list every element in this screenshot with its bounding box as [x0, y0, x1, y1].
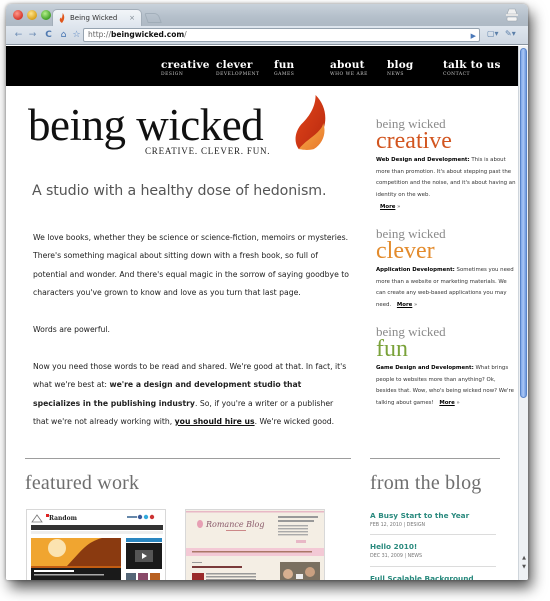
browser-toolbar: ← → C ⌂ ☆ http://beingwicked.com/ ▶ ▢▾ ✎…: [6, 26, 528, 45]
featured-thumb-romance-blog[interactable]: Romance Blog: [185, 509, 325, 580]
service-title: creative: [376, 128, 452, 154]
service-description: Web Design and Development: This is abou…: [376, 157, 516, 210]
featured-divider: [25, 458, 351, 459]
nav-item-fun[interactable]: fun games: [274, 60, 294, 78]
service-title: clever: [376, 238, 435, 264]
hire-us-link[interactable]: you should hire us: [175, 417, 255, 426]
scroll-down-arrow-icon[interactable]: ▼: [520, 563, 528, 571]
forward-button[interactable]: →: [26, 29, 39, 42]
scrollbar-thumb[interactable]: [520, 48, 527, 398]
browser-tab[interactable]: Being Wicked ×: [52, 9, 142, 26]
nav-item-about[interactable]: about who we are: [330, 60, 368, 78]
more-arrow-icon: »: [397, 203, 401, 210]
flame-logo-icon: [295, 95, 326, 150]
page-viewport: creative design clever development fun g…: [6, 46, 518, 580]
flame-favicon-icon: [59, 13, 65, 23]
more-link[interactable]: More: [380, 204, 395, 210]
thumb-label: Romance Blog: [205, 520, 264, 529]
nav-item-blog[interactable]: blog news: [387, 60, 413, 78]
intro-paragraph-3: Now you need those words to be read and …: [33, 361, 347, 427]
service-creative: being wicked creative Web Design and Dev…: [376, 117, 516, 214]
page-headline: A studio with a healthy dose of hedonism…: [32, 183, 327, 199]
service-description: Application Development: Sometimes you n…: [376, 267, 514, 309]
service-fun: being wicked fun Game Design and Develop…: [376, 325, 516, 410]
thumb-label: Random: [49, 515, 78, 522]
nav-item-creative[interactable]: creative design: [161, 60, 210, 78]
more-link[interactable]: More: [397, 302, 412, 308]
blog-post: A Busy Start to the Year Feb 12, 2010 | …: [370, 511, 500, 528]
site-logo[interactable]: being wicked CREATIVE. CLEVER. FUN.: [28, 95, 326, 156]
url-host: beingwicked.com: [110, 30, 185, 39]
incognito-icon: [506, 8, 518, 22]
zoom-window-button[interactable]: [41, 10, 51, 20]
service-description: Game Design and Development: What brings…: [376, 365, 514, 407]
nav-item-clever[interactable]: clever development: [216, 60, 259, 78]
blog-post-title-link[interactable]: A Busy Start to the Year: [370, 511, 500, 520]
vertical-scrollbar[interactable]: ▲ ▼: [518, 46, 528, 580]
intro-paragraph-1: We love books, whether they be science o…: [33, 233, 349, 298]
browser-titlebar: Being Wicked ×: [6, 4, 528, 26]
logo-wordmark: being wicked: [28, 100, 264, 150]
bookmark-star-icon[interactable]: ☆: [70, 29, 83, 42]
blog-post: Hello 2010! Dec 31, 2009 | News: [370, 542, 500, 559]
blog-post: Full Scalable Background Images: [370, 574, 500, 580]
random-site-preview-icon: Random: [27, 510, 165, 580]
from-the-blog-heading: from the blog: [370, 472, 482, 494]
tab-title: Being Wicked: [70, 14, 118, 22]
blog-post-separator: [370, 566, 496, 567]
url-path: /: [184, 30, 187, 39]
logo-tagline: CREATIVE. CLEVER. FUN.: [145, 146, 271, 156]
home-button[interactable]: ⌂: [57, 29, 70, 42]
nav-item-talk-to-us[interactable]: talk to us contact: [443, 60, 501, 78]
intro-copy: We love books, whether they be science o…: [33, 229, 349, 450]
blog-post-meta: Dec 31, 2009 | News: [370, 554, 423, 559]
blog-post-meta: Feb 12, 2010 | Design: [370, 523, 426, 528]
more-arrow-icon: »: [414, 302, 418, 309]
tab-close-icon[interactable]: ×: [129, 10, 135, 26]
site-nav: creative design clever development fun g…: [6, 46, 518, 86]
blog-divider: [370, 458, 500, 459]
featured-work-heading: featured work: [25, 472, 140, 494]
browser-window: Being Wicked × ← → C ⌂ ☆ http://beingwic…: [6, 4, 528, 580]
more-arrow-icon: »: [456, 400, 460, 407]
blog-post-title-link[interactable]: Full Scalable Background Images: [370, 574, 500, 580]
blog-post-separator: [370, 534, 496, 535]
go-icon[interactable]: ▶: [471, 30, 476, 42]
close-window-button[interactable]: [13, 10, 23, 20]
intro-paragraph-2: Words are powerful.: [33, 325, 111, 335]
blog-post-title-link[interactable]: Hello 2010!: [370, 542, 500, 551]
reload-button[interactable]: C: [42, 29, 55, 42]
featured-thumb-random[interactable]: Random: [26, 509, 166, 580]
romance-blog-site-preview-icon: Romance Blog: [186, 510, 324, 580]
scroll-up-arrow-icon[interactable]: ▲: [520, 554, 528, 562]
page-menu-icon[interactable]: ▢▾: [487, 29, 499, 38]
more-link[interactable]: More: [439, 400, 454, 406]
service-clever: being wicked clever Application Developm…: [376, 227, 516, 312]
wrench-menu-icon[interactable]: ✎▾: [505, 29, 516, 38]
back-button[interactable]: ←: [12, 29, 25, 42]
service-title: fun: [376, 336, 408, 362]
url-scheme: http://: [88, 30, 111, 39]
screenshot-stage: Being Wicked × ← → C ⌂ ☆ http://beingwic…: [0, 0, 550, 601]
new-tab-button[interactable]: [144, 13, 162, 23]
minimize-window-button[interactable]: [27, 10, 37, 20]
address-bar[interactable]: http://beingwicked.com/ ▶: [83, 28, 480, 42]
